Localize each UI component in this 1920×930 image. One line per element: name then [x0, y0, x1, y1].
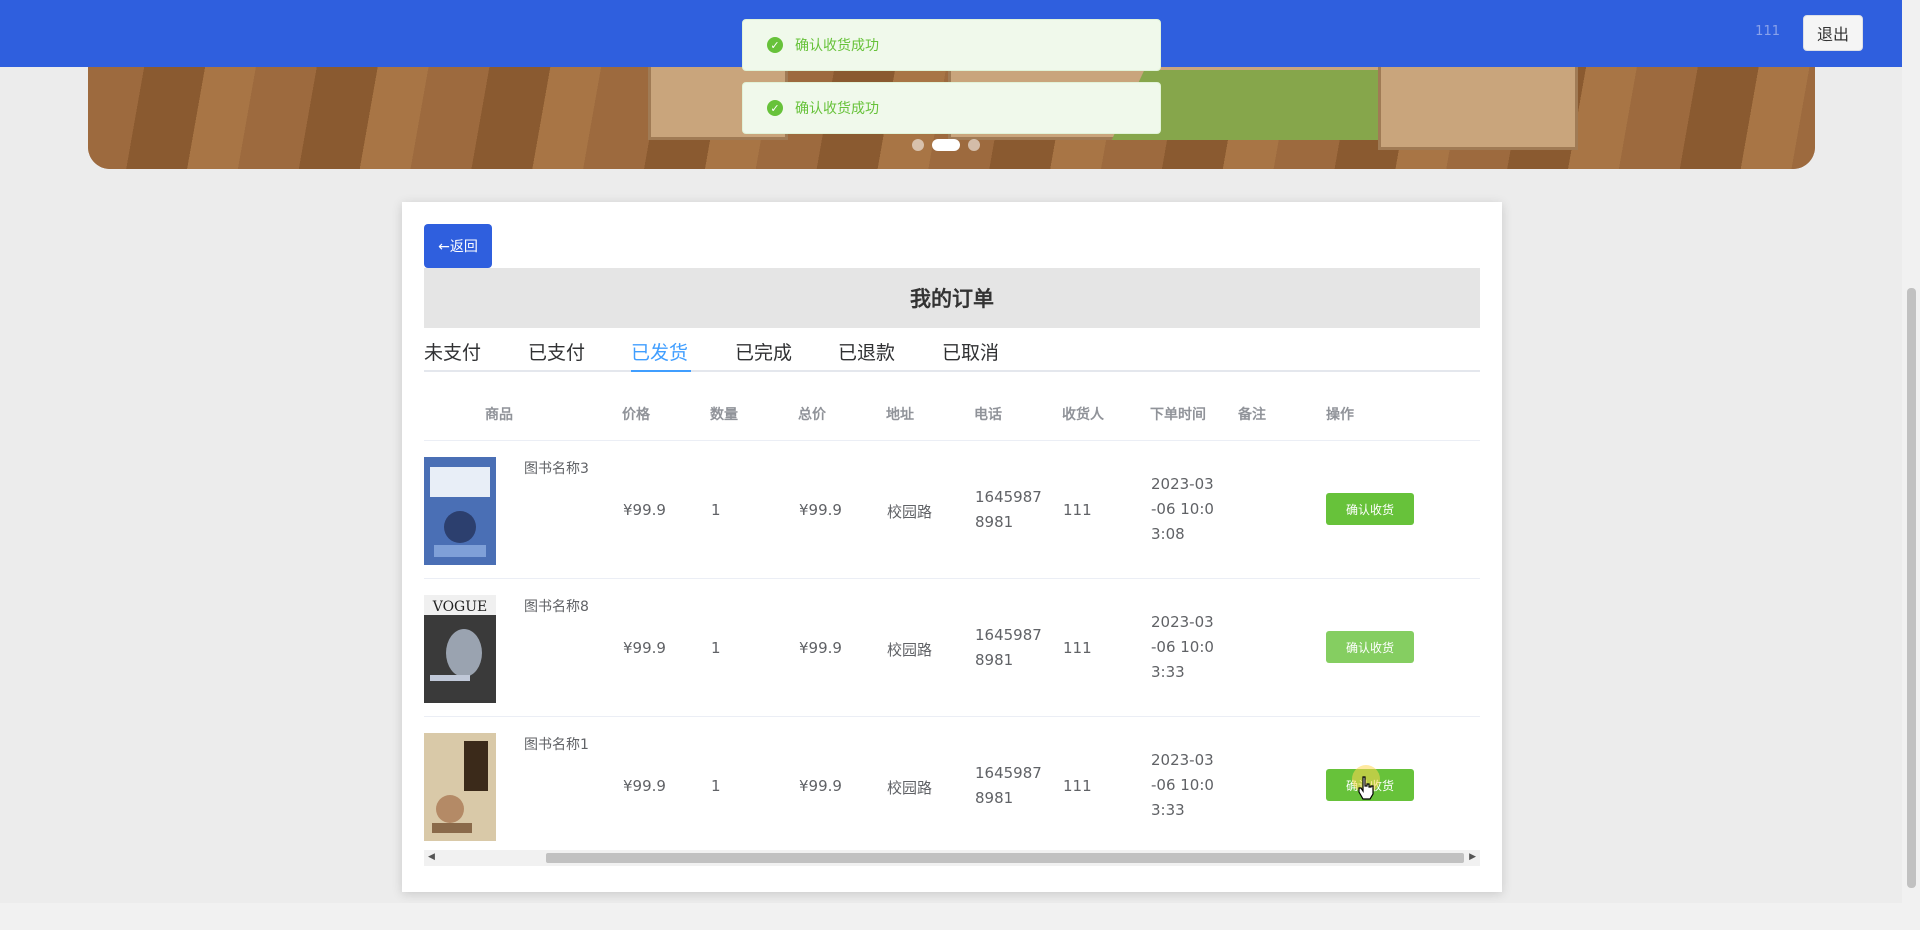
- product-name: 图书名称1: [524, 737, 589, 753]
- confirm-receipt-button[interactable]: 确认收货: [1326, 493, 1414, 525]
- price-cell: ¥99.9: [623, 777, 666, 795]
- receiver-cell: 111: [1063, 501, 1092, 519]
- receiver-cell: 111: [1063, 639, 1092, 657]
- time-line: 3:33: [1151, 663, 1185, 681]
- column-header: 地址: [886, 407, 914, 423]
- check-circle-icon: ✓: [767, 100, 783, 116]
- column-header: 电话: [974, 407, 1002, 423]
- price-cell: ¥99.9: [623, 639, 666, 657]
- column-header: 下单时间: [1150, 407, 1206, 423]
- tab-refunded[interactable]: 已退款: [838, 338, 895, 365]
- time-line: -06 10:0: [1151, 500, 1214, 518]
- username-label: 111: [1755, 24, 1780, 39]
- check-circle-icon: ✓: [767, 37, 783, 53]
- time-line: 2023-03: [1151, 751, 1214, 769]
- phone-line: 1645987: [975, 488, 1042, 506]
- blue-cover-icon[interactable]: [424, 457, 496, 565]
- phone-cell: 1645987 8981: [975, 623, 1042, 673]
- quantity-cell: 1: [711, 501, 721, 519]
- carousel-indicators: [912, 139, 980, 151]
- tab-paid[interactable]: 已支付: [528, 338, 585, 365]
- phone-line: 8981: [975, 789, 1014, 807]
- product-name: 图书名称3: [524, 461, 589, 477]
- horizontal-scrollbar[interactable]: ◀ ▶: [424, 850, 1480, 866]
- phone-line: 1645987: [975, 626, 1042, 644]
- logout-button[interactable]: 退出: [1803, 15, 1863, 51]
- page-bottom-bar: [0, 903, 1902, 930]
- column-header: 商品: [485, 407, 513, 423]
- vertical-scrollbar-thumb[interactable]: [1907, 288, 1916, 888]
- active-tab-indicator: [631, 370, 691, 372]
- beige-cover-icon[interactable]: [424, 733, 496, 841]
- time-line: -06 10:0: [1151, 776, 1214, 794]
- order-time-cell: 2023-03 -06 10:0 3:33: [1151, 610, 1214, 685]
- column-header: 备注: [1238, 407, 1266, 423]
- back-button[interactable]: ←返回: [424, 224, 492, 268]
- column-header: 数量: [710, 407, 738, 423]
- table-row: VOGUE 图书名称8 ¥99.9 1 ¥99.9 校园路 1645987 89…: [424, 579, 1480, 717]
- order-time-cell: 2023-03 -06 10:0 3:33: [1151, 748, 1214, 823]
- address-cell: 校园路: [887, 503, 933, 521]
- success-toast: ✓ 确认收货成功: [742, 82, 1161, 134]
- total-cell: ¥99.9: [799, 639, 842, 657]
- carousel-dot[interactable]: [968, 139, 980, 151]
- tab-unpaid[interactable]: 未支付: [424, 338, 481, 365]
- tab-completed[interactable]: 已完成: [735, 338, 792, 365]
- vogue-cover-icon[interactable]: VOGUE: [424, 595, 496, 703]
- success-toast: ✓ 确认收货成功: [742, 19, 1161, 71]
- address-cell: 校园路: [887, 779, 933, 797]
- orders-card: ←返回 我的订单 未支付 已支付 已发货 已完成 已退款 已取消 商品 价格 数…: [402, 202, 1502, 892]
- price-cell: ¥99.9: [623, 501, 666, 519]
- table-row: 图书名称3 ¥99.9 1 ¥99.9 校园路 1645987 8981 111…: [424, 441, 1480, 579]
- hand-cursor-icon: [1358, 776, 1374, 800]
- page-title: 我的订单: [424, 268, 1480, 328]
- quantity-cell: 1: [711, 639, 721, 657]
- time-line: 2023-03: [1151, 475, 1214, 493]
- svg-text:VOGUE: VOGUE: [432, 599, 488, 615]
- toast-message: 确认收货成功: [795, 101, 879, 117]
- tab-cancelled[interactable]: 已取消: [942, 338, 999, 365]
- order-time-cell: 2023-03 -06 10:0 3:08: [1151, 472, 1214, 547]
- confirm-receipt-button[interactable]: 确认收货: [1326, 631, 1414, 663]
- phone-line: 1645987: [975, 764, 1042, 782]
- total-cell: ¥99.9: [799, 777, 842, 795]
- receiver-cell: 111: [1063, 777, 1092, 795]
- order-status-tabs: 未支付 已支付 已发货 已完成 已退款 已取消: [424, 328, 1480, 372]
- carousel-dot[interactable]: [912, 139, 924, 151]
- product-name: 图书名称8: [524, 599, 589, 615]
- time-line: 2023-03: [1151, 613, 1214, 631]
- time-line: 3:33: [1151, 801, 1185, 819]
- column-header: 收货人: [1062, 407, 1104, 423]
- scroll-left-icon[interactable]: ◀: [428, 852, 435, 862]
- phone-cell: 1645987 8981: [975, 485, 1042, 535]
- time-line: 3:08: [1151, 525, 1185, 543]
- address-cell: 校园路: [887, 641, 933, 659]
- time-line: -06 10:0: [1151, 638, 1214, 656]
- total-cell: ¥99.9: [799, 501, 842, 519]
- phone-line: 8981: [975, 651, 1014, 669]
- carousel-dot-active[interactable]: [932, 139, 960, 151]
- vertical-scrollbar[interactable]: [1902, 0, 1920, 930]
- table-row: 图书名称1 ¥99.9 1 ¥99.9 校园路 1645987 8981 111…: [424, 717, 1480, 855]
- toast-message: 确认收货成功: [795, 38, 879, 54]
- quantity-cell: 1: [711, 777, 721, 795]
- tab-shipped[interactable]: 已发货: [631, 338, 688, 365]
- phone-line: 8981: [975, 513, 1014, 531]
- column-header: 价格: [622, 407, 650, 423]
- scrollbar-thumb[interactable]: [546, 853, 1464, 863]
- column-header: 总价: [798, 407, 826, 423]
- column-header: 操作: [1326, 407, 1354, 423]
- scroll-right-icon[interactable]: ▶: [1469, 852, 1476, 862]
- phone-cell: 1645987 8981: [975, 761, 1042, 811]
